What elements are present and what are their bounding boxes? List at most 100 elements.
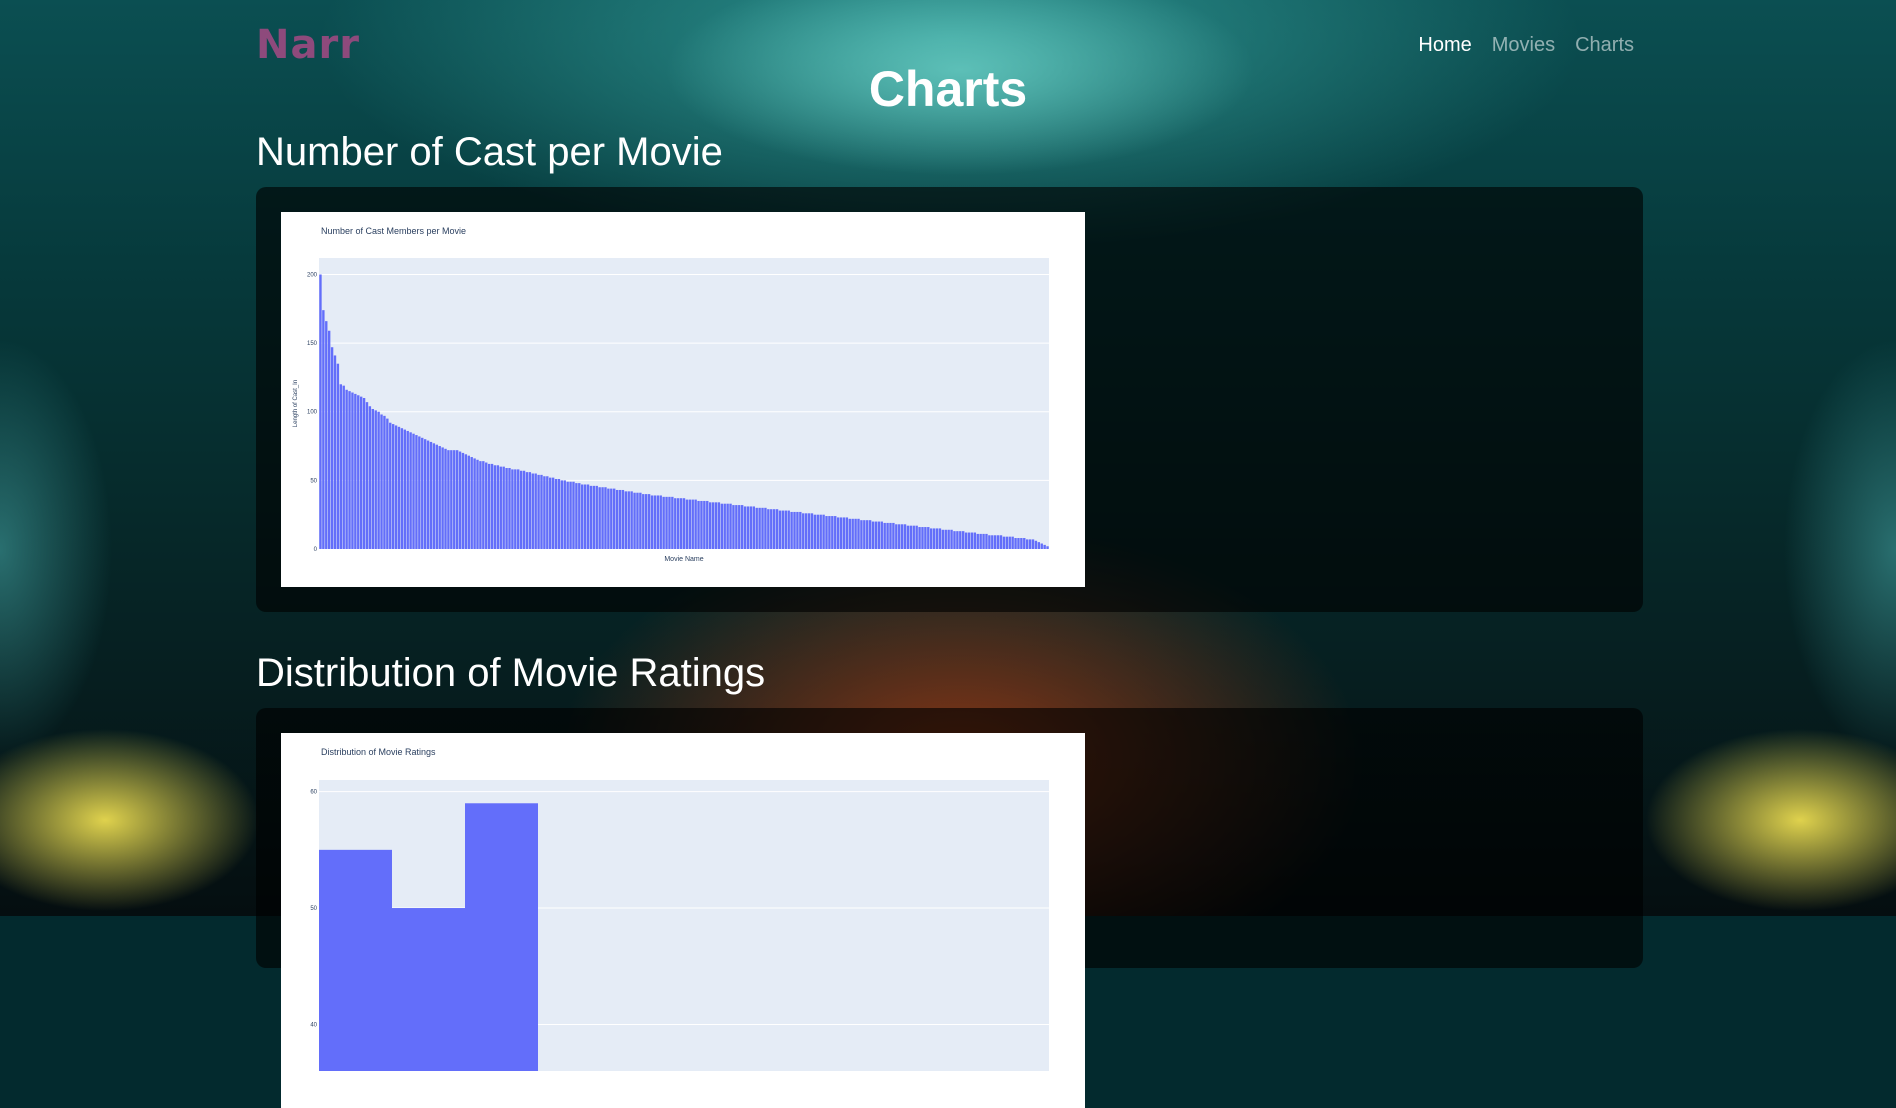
bar [1028, 539, 1032, 549]
bar [706, 500, 709, 549]
bar [630, 491, 633, 549]
section-title-ratings: Distribution of Movie Ratings [256, 651, 766, 695]
bar [895, 524, 898, 549]
bar [354, 393, 357, 549]
bar [554, 478, 558, 549]
bar [947, 529, 950, 549]
bar [325, 321, 328, 549]
bar [435, 444, 438, 549]
bar [717, 502, 721, 549]
nav-charts[interactable]: Charts [1575, 34, 1634, 57]
bar [921, 527, 924, 549]
bar [586, 484, 590, 549]
bar [886, 522, 889, 549]
bar [932, 528, 936, 549]
bar [514, 469, 517, 549]
bar [563, 480, 566, 549]
bar [691, 499, 694, 549]
bar [752, 506, 755, 549]
bar [394, 425, 398, 549]
bar [447, 450, 450, 549]
bar [778, 510, 782, 549]
bar [465, 803, 538, 1071]
bar [656, 495, 660, 549]
bar [438, 446, 441, 549]
bar [749, 506, 753, 549]
bar [581, 484, 584, 549]
bar [319, 274, 322, 549]
bar [991, 535, 994, 549]
bar [743, 506, 747, 549]
bar [551, 477, 555, 549]
bar [421, 437, 424, 549]
bar [319, 849, 392, 1071]
bar [560, 480, 564, 549]
bar [883, 522, 886, 549]
bar [996, 535, 1000, 549]
bar [912, 525, 915, 549]
bar [851, 518, 854, 549]
bar [694, 499, 697, 549]
bar [517, 469, 520, 549]
bar [423, 439, 427, 549]
bar [662, 496, 665, 549]
bar [831, 516, 834, 549]
bar [822, 514, 825, 549]
bar [322, 310, 325, 549]
bar [607, 488, 610, 549]
bar [557, 478, 561, 549]
ratings-chart[interactable]: Distribution of Movie Ratings 40 50 60 [281, 733, 1085, 1108]
bar [1023, 538, 1026, 549]
bar [848, 518, 851, 549]
bar [988, 535, 991, 549]
bar [930, 528, 933, 549]
nav-home[interactable]: Home [1418, 34, 1471, 57]
bar [927, 527, 930, 549]
bar [359, 396, 363, 549]
page-title: Charts [868, 61, 1028, 117]
y-tick-label: 0 [314, 547, 318, 553]
bar [540, 474, 543, 549]
bar [476, 459, 479, 549]
bar [941, 529, 945, 549]
bar [950, 529, 953, 549]
bar [740, 505, 744, 549]
bar [598, 487, 601, 549]
bar [784, 510, 787, 549]
bar [406, 430, 409, 549]
cast-chart[interactable]: Number of Cast Members per Movie 0 50 100 15… [281, 212, 1085, 587]
bar [1011, 536, 1014, 549]
bar [1002, 536, 1006, 549]
bar [682, 498, 686, 549]
bar [1025, 539, 1029, 549]
bar [668, 496, 671, 549]
bar [738, 505, 741, 549]
bar [703, 500, 706, 549]
bar [415, 435, 418, 549]
bar [345, 389, 348, 549]
bar [889, 522, 892, 549]
bar [1020, 538, 1023, 549]
bar [787, 510, 790, 549]
bar [333, 355, 337, 549]
bar [944, 529, 947, 549]
bar [909, 525, 913, 549]
bar [1037, 542, 1041, 549]
y-tick-label: 50 [310, 478, 317, 484]
bar [935, 528, 939, 549]
bar [575, 483, 578, 549]
bar [636, 492, 639, 549]
bar [764, 507, 767, 549]
bar [1005, 536, 1009, 549]
bar [336, 363, 340, 549]
bar [708, 502, 712, 549]
bar [892, 522, 895, 549]
nav-movies[interactable]: Movies [1492, 34, 1555, 57]
bar [621, 489, 625, 549]
bar [383, 415, 386, 549]
bar [1040, 543, 1043, 549]
bar [924, 527, 927, 549]
bar [639, 492, 642, 549]
bar [866, 520, 869, 549]
bar [537, 474, 540, 549]
